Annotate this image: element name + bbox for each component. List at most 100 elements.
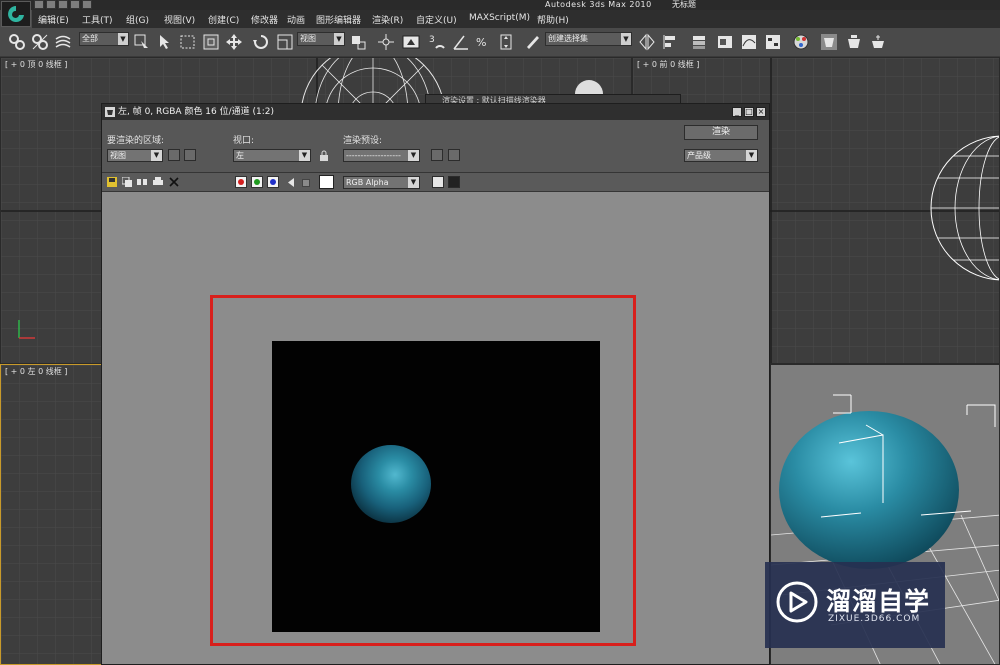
rendered-sphere [351,445,431,523]
menu-help[interactable]: 帮助(H) [537,13,569,26]
viewport-top-label[interactable]: [ + 0 顶 0 线框 ] [5,59,67,70]
menu-edit[interactable]: 编辑(E) [38,13,69,26]
select-object-icon[interactable] [133,33,151,51]
menu-tools[interactable]: 工具(T) [82,13,113,26]
render-button[interactable]: 渲染 [684,125,758,140]
undo-icon[interactable] [70,0,80,9]
monochrome-toggle[interactable] [302,179,310,187]
render-setup-icon[interactable] [431,149,443,161]
blue-channel-toggle[interactable] [267,176,279,188]
unlink-icon[interactable] [31,33,49,51]
rotate-icon[interactable] [252,33,270,51]
rendered-frame-window-icon[interactable] [845,33,863,51]
green-channel-toggle[interactable] [251,176,263,188]
render-preset-dropdown[interactable]: ------------------- ▼ [343,149,420,162]
menu-modifiers[interactable]: 修改器 [251,13,278,26]
selection-region-icon[interactable] [179,33,197,51]
viewport-dropdown[interactable]: 左 ▼ [233,149,311,162]
selection-filter-dropdown[interactable]: 全部 ▼ [79,32,129,46]
auto-region-icon[interactable] [184,149,196,161]
pivot-center-icon[interactable] [349,33,367,51]
blue-dot-icon [270,179,276,185]
quick-render-icon[interactable] [869,33,887,51]
move-icon[interactable] [225,33,243,51]
menu-customize[interactable]: 自定义(U) [416,13,457,26]
align-icon[interactable] [662,33,680,51]
edit-named-selection-icon[interactable] [524,33,542,51]
title-bar: Autodesk 3ds Max 2010 无标题 [0,0,1000,10]
schematic-view-icon[interactable] [764,33,782,51]
open-file-icon[interactable] [46,0,56,9]
menu-animation[interactable]: 动画 [287,13,305,26]
area-to-render-dropdown[interactable]: 视图 ▼ [107,149,163,162]
angle-snap-icon[interactable] [452,33,470,51]
clear-image-icon[interactable] [169,177,179,187]
save-file-icon[interactable] [58,0,68,9]
select-by-name-icon[interactable] [156,33,174,51]
quick-access-toolbar[interactable] [34,0,92,10]
percent-snap-icon[interactable]: % [475,33,493,51]
viewport-front-label[interactable]: [ + 0 前 0 线框 ] [637,59,699,70]
menu-views[interactable]: 视图(V) [164,13,195,26]
select-and-manipulate-icon[interactable] [377,33,395,51]
window-crossing-icon[interactable] [202,33,220,51]
render-window-title: 左, 帧 0, RGBA 颜色 16 位/通道 (1:2) [118,107,275,117]
menu-rendering[interactable]: 渲染(R) [372,13,403,26]
snaps-toggle-icon[interactable]: 3 [428,33,446,51]
save-image-icon[interactable] [107,177,117,187]
watermark-brand: 溜溜自学 [826,587,931,616]
quality-dropdown[interactable]: 产品级 ▼ [684,149,758,162]
svg-text:3: 3 [429,35,435,45]
channel-display-dropdown[interactable]: RGB Alpha ▼ [343,176,420,189]
render-setup-icon[interactable] [820,33,838,51]
new-file-icon[interactable] [34,0,44,9]
rendered-image [272,341,600,632]
clone-window-icon[interactable] [137,177,147,187]
render-frame-area [102,192,769,664]
render-window-titlebar[interactable]: 左, 帧 0, RGBA 颜色 16 位/通道 (1:2) _ □ × [102,104,769,120]
reference-coordinate-dropdown[interactable]: 视图 ▼ [297,32,345,46]
environment-effects-icon[interactable] [448,149,460,161]
spinner-snap-icon[interactable] [498,33,516,51]
curve-editor-icon[interactable] [740,33,758,51]
document-title: 无标题 [672,0,696,9]
link-icon[interactable] [8,33,26,51]
copy-image-icon[interactable] [122,177,132,187]
rendered-frame-window[interactable]: 左, 帧 0, RGBA 颜色 16 位/通道 (1:2) _ □ × 要渲染的… [101,103,770,665]
viewport-label: 视口: [233,136,255,146]
menu-graph-editors[interactable]: 图形编辑器 [316,13,361,26]
viewport-left-label[interactable]: [ + 0 左 0 线框 ] [5,366,67,377]
menu-maxscript[interactable]: MAXScript(M) [469,13,530,23]
area-to-render-label: 要渲染的区域: [107,136,165,146]
scale-icon[interactable] [276,33,294,51]
material-editor-icon[interactable] [792,33,810,51]
lock-icon[interactable] [319,150,329,161]
edit-region-icon[interactable] [168,149,180,161]
render-window-controls: 要渲染的区域: 视图 ▼ 视口: 左 ▼ 渲染预设: ---------------… [102,120,769,173]
print-image-icon[interactable] [153,177,163,187]
menu-group[interactable]: 组(G) [126,13,149,26]
menu-bar: 编辑(E) 工具(T) 组(G) 视图(V) 创建(C) 修改器 动画 图形编辑… [32,10,1000,28]
named-selection-dropdown[interactable]: 创建选择集 ▼ [545,32,632,46]
bind-space-warp-icon[interactable] [54,33,72,51]
app-title: Autodesk 3ds Max 2010 [545,0,652,9]
app-logo-icon[interactable] [1,1,31,27]
green-dot-icon [254,179,260,185]
mirror-icon[interactable] [638,33,656,51]
close-button[interactable]: × [756,107,766,117]
layer-manager-icon[interactable] [690,33,708,51]
red-channel-toggle[interactable] [235,176,247,188]
render-window-icon [105,107,115,117]
display-alpha-icon[interactable] [287,178,295,187]
toggle-ui-icon[interactable] [448,176,460,188]
menu-create[interactable]: 创建(C) [208,13,239,26]
keyboard-shortcut-override-icon[interactable] [402,33,420,51]
graphite-tools-icon[interactable] [716,33,734,51]
watermark-url: ZIXUE.3D66.COM [828,614,921,624]
color-swatch[interactable] [319,175,334,189]
redo-icon[interactable] [82,0,92,9]
maximize-button[interactable]: □ [744,107,754,117]
main-toolbar: 全部 ▼ 视图 ▼ 3 % 创建选择集 ▼ [0,28,1000,57]
toggle-ui-overlay-icon[interactable] [432,176,444,188]
minimize-button[interactable]: _ [732,107,742,117]
